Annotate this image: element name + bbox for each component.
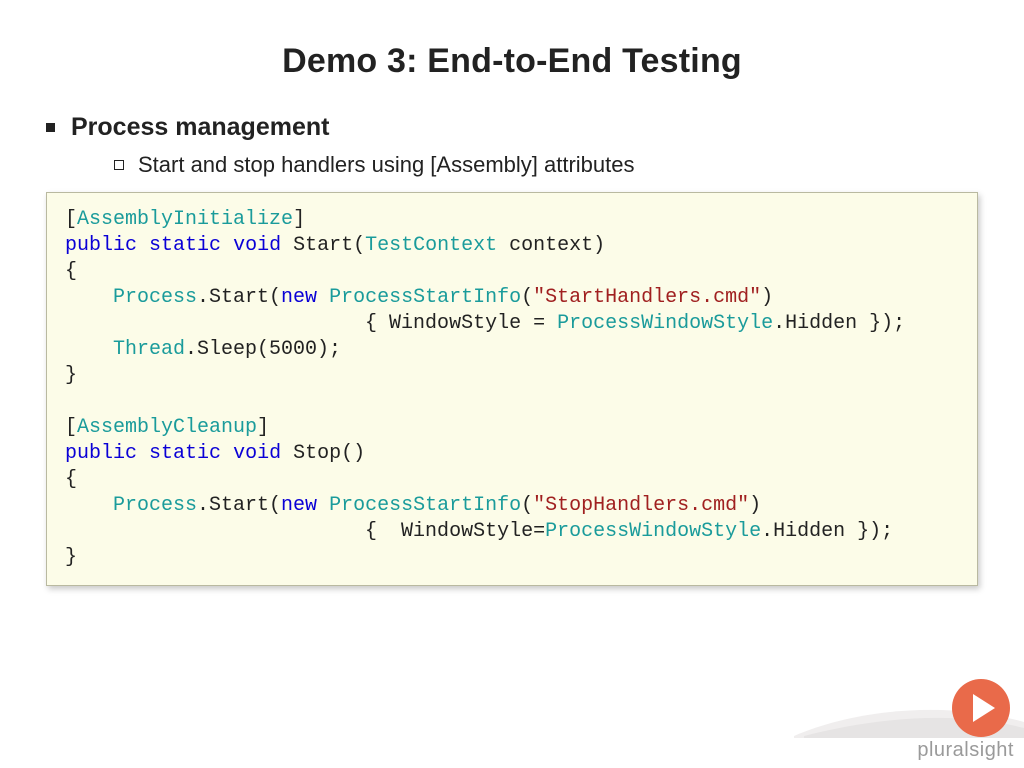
code-token: public xyxy=(65,234,137,257)
code-token: Thread xyxy=(113,338,185,361)
code-token: ] xyxy=(293,208,305,231)
code-token: ProcessWindowStyle xyxy=(557,312,773,335)
code-token: ProcessStartInfo xyxy=(329,286,521,309)
slide-title: Demo 3: End-to-End Testing xyxy=(0,0,1024,81)
code-token: [ xyxy=(65,416,77,439)
code-token: Process xyxy=(113,494,197,517)
code-token: new xyxy=(281,494,317,517)
code-token: .Start( xyxy=(197,494,281,517)
bullet-l1-text: Process management xyxy=(71,113,329,142)
code-token: [ xyxy=(65,208,77,231)
brand-logo: pluralsight xyxy=(917,679,1014,762)
code-token: .Start( xyxy=(197,286,281,309)
code-token xyxy=(65,338,113,361)
code-token xyxy=(137,442,149,465)
bullet-level-2: Start and stop handlers using [Assembly]… xyxy=(114,152,978,178)
code-token xyxy=(137,234,149,257)
code-token: ProcessStartInfo xyxy=(329,494,521,517)
code-token: { xyxy=(65,468,77,491)
code-token: "StopHandlers.cmd" xyxy=(533,494,749,517)
code-token: } xyxy=(65,364,77,387)
play-triangle-icon xyxy=(973,694,995,722)
code-token: void xyxy=(233,234,281,257)
code-token: ) xyxy=(749,494,761,517)
code-token: AssemblyCleanup xyxy=(77,416,257,439)
code-token xyxy=(221,442,233,465)
code-token: { WindowStyle= xyxy=(65,520,545,543)
code-token: Process xyxy=(113,286,197,309)
code-token: static xyxy=(149,442,221,465)
square-outline-bullet-icon xyxy=(114,160,124,170)
code-token: .Sleep(5000); xyxy=(185,338,341,361)
bullet-l2-text: Start and stop handlers using [Assembly]… xyxy=(138,152,634,178)
code-token: ] xyxy=(257,416,269,439)
code-token: .Hidden }); xyxy=(761,520,893,543)
code-token: { xyxy=(65,260,77,283)
code-token xyxy=(65,494,113,517)
code-token: AssemblyInitialize xyxy=(77,208,293,231)
code-token: "StartHandlers.cmd" xyxy=(533,286,761,309)
code-token: context) xyxy=(497,234,605,257)
code-token: ) xyxy=(761,286,773,309)
code-token xyxy=(65,286,113,309)
code-token: ( xyxy=(521,494,533,517)
play-circle-icon xyxy=(952,679,1010,737)
code-token: } xyxy=(65,546,77,569)
brand-name: pluralsight xyxy=(917,739,1014,762)
code-token: .Hidden }); xyxy=(773,312,905,335)
code-token: { WindowStyle = xyxy=(65,312,557,335)
code-token: public xyxy=(65,442,137,465)
code-token xyxy=(317,286,329,309)
code-token: TestContext xyxy=(365,234,497,257)
square-bullet-icon xyxy=(46,123,55,132)
code-token xyxy=(221,234,233,257)
slide: Demo 3: End-to-End Testing Process manag… xyxy=(0,0,1024,768)
code-token: ProcessWindowStyle xyxy=(545,520,761,543)
code-token xyxy=(317,494,329,517)
code-token: ( xyxy=(521,286,533,309)
code-token: new xyxy=(281,286,317,309)
code-token: void xyxy=(233,442,281,465)
code-token: static xyxy=(149,234,221,257)
code-token: Stop() xyxy=(281,442,365,465)
code-token: Start( xyxy=(281,234,365,257)
bullet-level-1: Process management xyxy=(46,113,978,142)
slide-body: Process management Start and stop handle… xyxy=(0,81,1024,586)
code-block: [AssemblyInitialize] public static void … xyxy=(46,192,978,586)
